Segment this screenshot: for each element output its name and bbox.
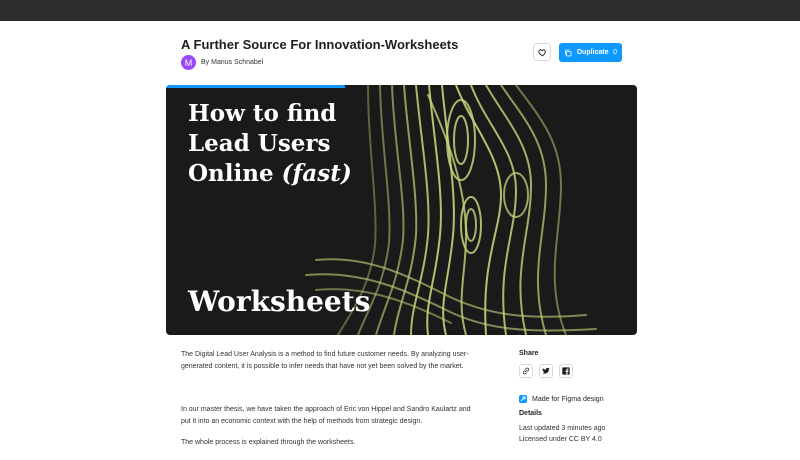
twitter-icon <box>542 367 550 374</box>
carousel-progress-bar <box>166 85 345 88</box>
figma-glyph-icon <box>520 396 526 402</box>
share-link-button[interactable] <box>519 364 533 378</box>
made-for-figma: Made for Figma design <box>519 395 604 403</box>
last-updated-text: Last updated 3 minutes ago <box>519 425 606 432</box>
hero-heading-word: Online <box>188 160 274 187</box>
link-icon <box>522 367 530 375</box>
hero-heading-line: Lead Users <box>188 130 331 157</box>
hero-heading-line: Online (fast) <box>188 159 352 189</box>
made-for-label: Made for Figma design <box>532 395 604 403</box>
page-title: A Further Source For Innovation-Workshee… <box>181 37 459 52</box>
duplicate-button[interactable]: Duplicate 0 <box>559 43 622 62</box>
description-paragraph: In our master thesis, we have taken the … <box>181 406 471 425</box>
share-heading: Share <box>519 350 539 357</box>
hero-heading-italic: (fast) <box>281 160 352 187</box>
share-facebook-button[interactable] <box>559 364 573 378</box>
heart-icon <box>537 48 546 56</box>
hero-footer-title: Worksheets <box>188 285 371 318</box>
share-twitter-button[interactable] <box>539 364 553 378</box>
description-paragraph: The whole process is explained through t… <box>181 439 356 446</box>
author-name[interactable]: By Marius Schnabel <box>201 59 263 66</box>
figma-design-icon <box>519 395 527 403</box>
hero-heading: How to find Lead Users Online (fast) <box>188 99 352 189</box>
description-paragraph: The Digital Lead User Analysis is a meth… <box>181 351 469 370</box>
hero-heading-line: How to find <box>188 100 337 127</box>
like-button[interactable] <box>533 43 551 61</box>
hero-image[interactable]: How to find Lead Users Online (fast) Wor… <box>166 85 637 335</box>
duplicate-label: Duplicate <box>577 49 609 56</box>
facebook-icon <box>562 367 570 375</box>
duplicate-count: 0 <box>613 49 617 56</box>
avatar[interactable]: M <box>181 55 196 70</box>
top-navigation-bar <box>0 0 800 21</box>
details-heading: Details <box>519 410 542 417</box>
license-text[interactable]: Licensed under CC BY 4.0 <box>519 436 602 443</box>
duplicate-icon <box>565 49 572 56</box>
share-buttons <box>519 364 573 378</box>
author-row[interactable]: M By Marius Schnabel <box>181 55 263 70</box>
